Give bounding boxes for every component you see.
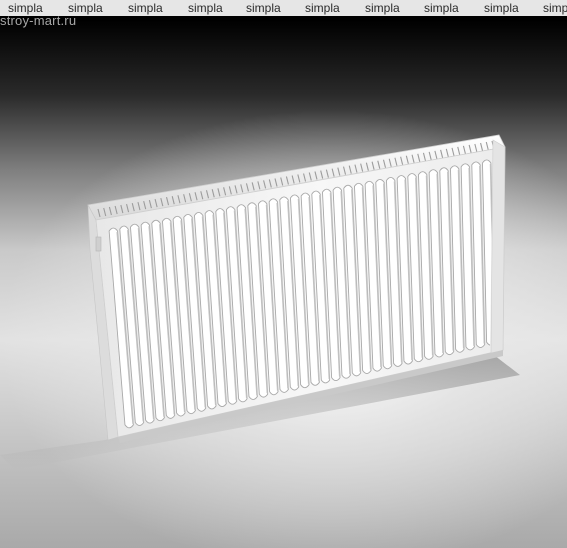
right-edge <box>490 139 506 356</box>
photo-canvas: simpla simpla simpla simpla simpla simpl… <box>0 0 567 548</box>
valve-fitting <box>95 236 102 252</box>
radiator-illustration <box>0 134 520 470</box>
